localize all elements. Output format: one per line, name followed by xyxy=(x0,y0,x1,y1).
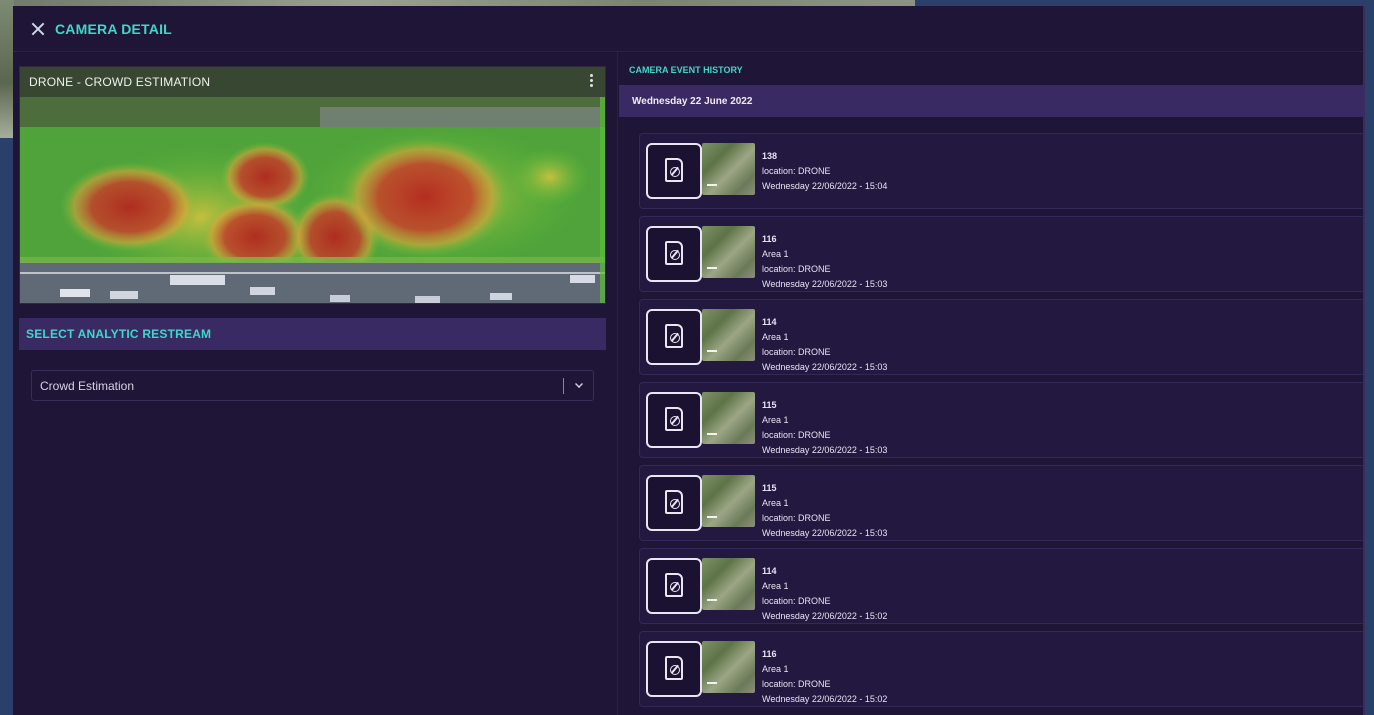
event-card[interactable]: 116 Area 1 location: DRONE Wednesday 22/06/… xyxy=(639,216,1363,292)
event-details: 115 Area 1 location: DRONE Wednesday 22/06/… xyxy=(762,481,887,541)
event-thumbnail[interactable] xyxy=(702,558,755,610)
event-list: 138 location: DRONE Wednesday 22/06/2022 -… xyxy=(639,133,1363,714)
video-title: DRONE - CROWD ESTIMATION xyxy=(29,75,211,89)
event-detail-line: Wednesday 22/06/2022 - 15:04 xyxy=(762,181,888,191)
event-card[interactable]: 114 Area 1 location: DRONE Wednesday 22/06/… xyxy=(639,548,1363,624)
event-id: 115 xyxy=(762,400,777,410)
analytic-restream-header: SELECT ANALYTIC RESTREAM xyxy=(19,318,606,350)
event-detail-line: Area 1 xyxy=(762,332,789,342)
event-details: 116 Area 1 location: DRONE Wednesday 22/06/… xyxy=(762,647,887,707)
event-date: Wednesday 22 June 2022 xyxy=(632,95,753,107)
event-report-button[interactable] xyxy=(646,392,702,448)
event-id: 116 xyxy=(762,649,777,659)
event-report-button[interactable] xyxy=(646,309,702,365)
event-id: 114 xyxy=(762,566,777,576)
select-separator xyxy=(563,378,564,394)
event-detail-line: Wednesday 22/06/2022 - 15:03 xyxy=(762,445,888,455)
panel-divider xyxy=(617,52,618,715)
event-details: 114 Area 1 location: DRONE Wednesday 22/06/… xyxy=(762,315,887,375)
event-detail-line: location: DRONE xyxy=(762,596,831,606)
close-icon[interactable] xyxy=(31,22,45,36)
event-thumbnail[interactable] xyxy=(702,143,755,195)
event-detail-line: Area 1 xyxy=(762,581,789,591)
event-card[interactable]: 138 location: DRONE Wednesday 22/06/2022 -… xyxy=(639,133,1363,209)
event-details: 138 location: DRONE Wednesday 22/06/2022 -… xyxy=(762,149,887,194)
event-detail-line: location: DRONE xyxy=(762,679,831,689)
event-detail-line: Wednesday 22/06/2022 - 15:02 xyxy=(762,611,888,621)
event-thumbnail[interactable] xyxy=(702,475,755,527)
event-card[interactable]: 115 Area 1 location: DRONE Wednesday 22/06/… xyxy=(639,382,1363,458)
event-thumbnail[interactable] xyxy=(702,392,755,444)
document-icon xyxy=(665,573,683,597)
event-detail-line: Wednesday 22/06/2022 - 15:03 xyxy=(762,279,888,289)
event-detail-line: location: DRONE xyxy=(762,166,831,176)
event-detail-line: location: DRONE xyxy=(762,430,831,440)
background-photo-left xyxy=(0,0,14,138)
event-detail-line: location: DRONE xyxy=(762,347,831,357)
event-thumbnail[interactable] xyxy=(702,309,755,361)
event-report-button[interactable] xyxy=(646,226,702,282)
event-details: 115 Area 1 location: DRONE Wednesday 22/06/… xyxy=(762,398,887,458)
document-icon xyxy=(665,158,683,182)
event-details: 116 Area 1 location: DRONE Wednesday 22/06/… xyxy=(762,232,887,292)
event-detail-line: Area 1 xyxy=(762,498,789,508)
event-date-header: Wednesday 22 June 2022 xyxy=(619,85,1363,117)
chevron-down-icon[interactable] xyxy=(575,380,583,388)
camera-event-history-label: CAMERA EVENT HISTORY xyxy=(629,65,743,75)
camera-video-feed[interactable]: DRONE - CROWD ESTIMATION xyxy=(19,66,606,304)
event-thumbnail[interactable] xyxy=(702,641,755,693)
event-detail-line: Area 1 xyxy=(762,249,789,259)
event-detail-line: location: DRONE xyxy=(762,264,831,274)
event-id: 138 xyxy=(762,151,778,161)
event-report-button[interactable] xyxy=(646,641,702,697)
event-id: 115 xyxy=(762,483,777,493)
event-card[interactable]: 115 Area 1 location: DRONE Wednesday 22/06/… xyxy=(639,465,1363,541)
event-detail-line: Wednesday 22/06/2022 - 15:02 xyxy=(762,694,888,704)
event-detail-line: Area 1 xyxy=(762,664,789,674)
event-details: 114 Area 1 location: DRONE Wednesday 22/06/… xyxy=(762,564,887,624)
event-detail-line: Wednesday 22/06/2022 - 15:03 xyxy=(762,362,888,372)
event-thumbnail[interactable] xyxy=(702,226,755,278)
event-card[interactable]: 114 Area 1 location: DRONE Wednesday 22/06/… xyxy=(639,299,1363,375)
analytic-select-value: Crowd Estimation xyxy=(40,378,135,393)
event-report-button[interactable] xyxy=(646,475,702,531)
modal-header: CAMERA DETAIL xyxy=(13,6,1363,52)
kebab-icon[interactable] xyxy=(590,74,593,88)
event-detail-line: Area 1 xyxy=(762,415,789,425)
video-title-bar: DRONE - CROWD ESTIMATION xyxy=(20,67,605,97)
event-detail-line: location: DRONE xyxy=(762,513,831,523)
document-icon xyxy=(665,656,683,680)
document-icon xyxy=(665,490,683,514)
analytic-select[interactable]: Crowd Estimation xyxy=(31,370,594,401)
modal-title: CAMERA DETAIL xyxy=(55,20,172,37)
event-card[interactable]: 116 Area 1 location: DRONE Wednesday 22/06/… xyxy=(639,631,1363,707)
event-id: 116 xyxy=(762,234,777,244)
event-detail-line: Wednesday 22/06/2022 - 15:03 xyxy=(762,528,888,538)
document-icon xyxy=(665,407,683,431)
crowd-heatmap-image xyxy=(20,67,605,303)
event-id: 114 xyxy=(762,317,777,327)
analytic-restream-label: SELECT ANALYTIC RESTREAM xyxy=(26,327,212,341)
camera-detail-modal: CAMERA DETAIL DRONE - CROWD ESTIMATION S… xyxy=(13,6,1365,715)
event-report-button[interactable] xyxy=(646,558,702,614)
document-icon xyxy=(665,241,683,265)
event-report-button[interactable] xyxy=(646,143,702,199)
document-icon xyxy=(665,324,683,348)
